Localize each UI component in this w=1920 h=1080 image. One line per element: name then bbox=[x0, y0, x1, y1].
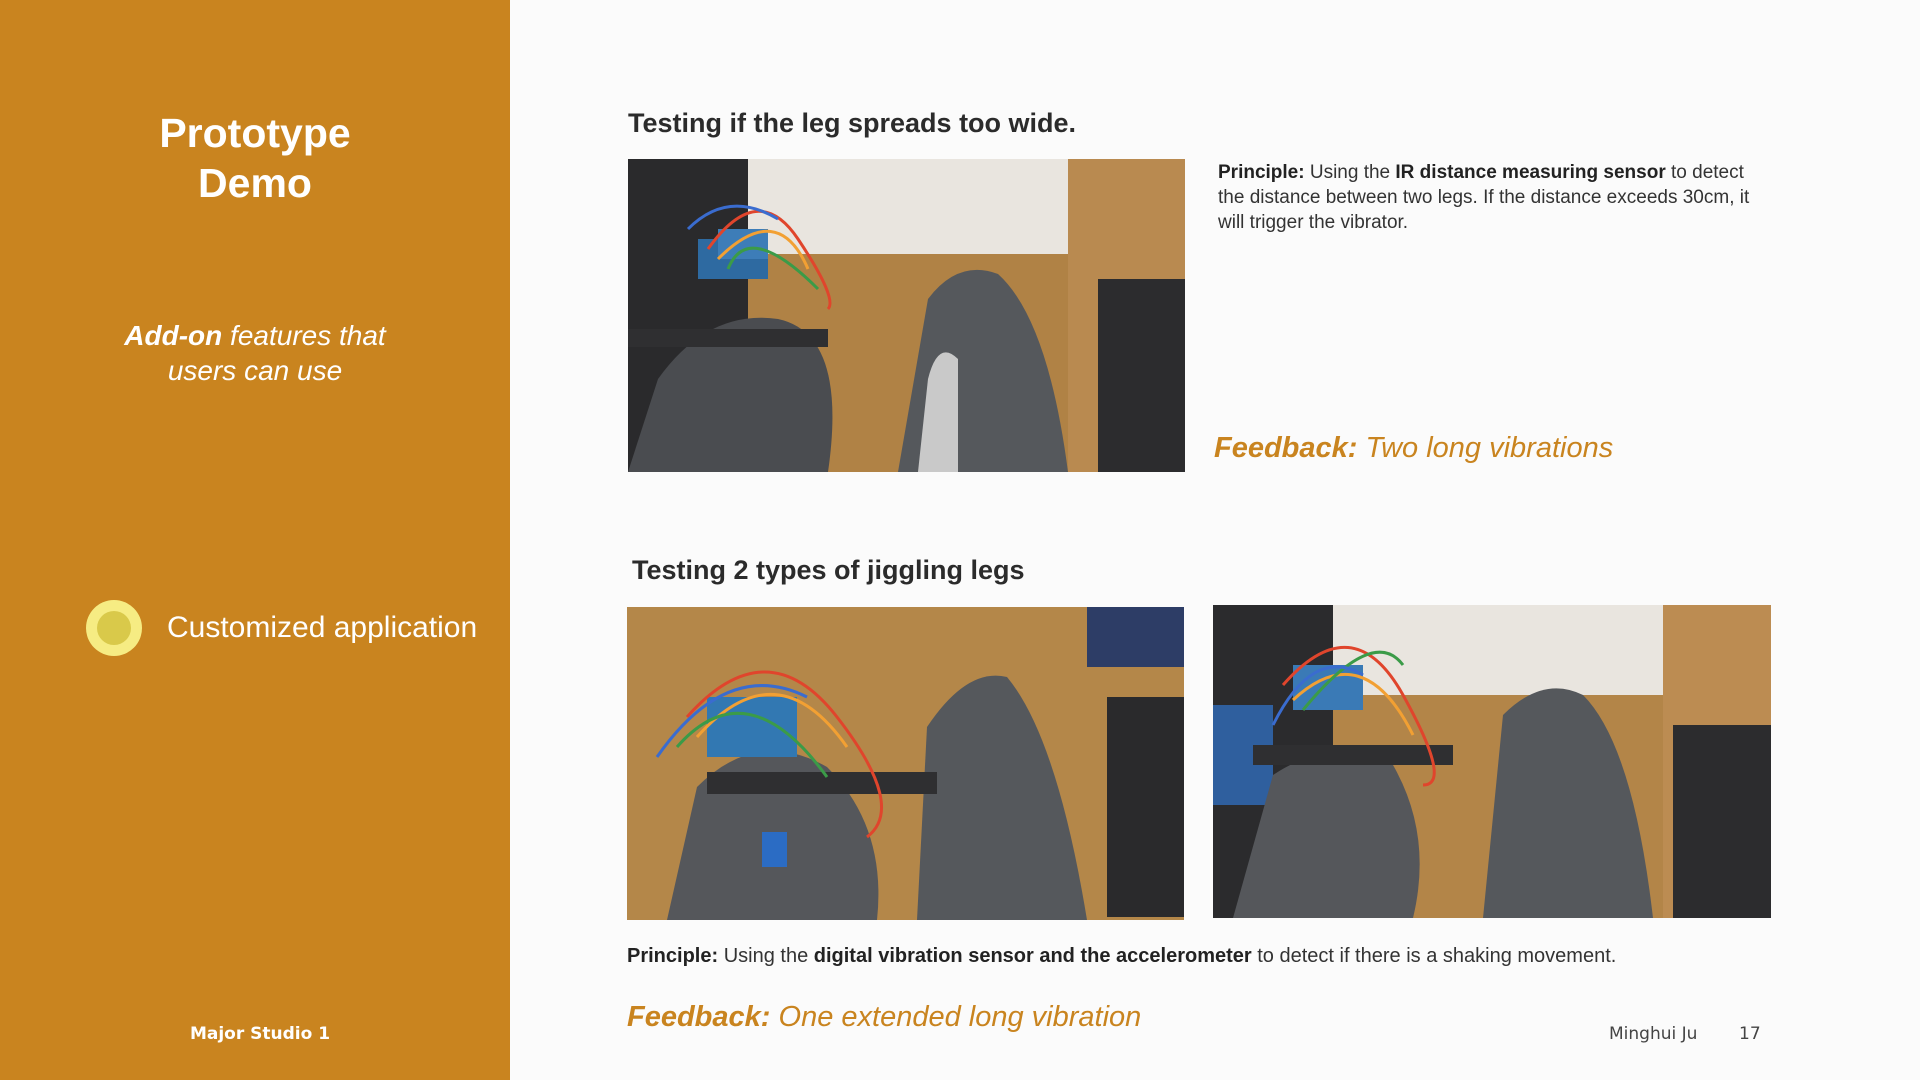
subtitle-line-2: users can use bbox=[167, 355, 343, 386]
feedback-label: Feedback: bbox=[1214, 432, 1358, 464]
principle-bold: IR distance measuring sensor bbox=[1395, 162, 1666, 183]
principle-bold: digital vibration sensor and the acceler… bbox=[813, 945, 1252, 967]
subtitle-bold: Add-on bbox=[124, 320, 223, 351]
course-label: Major Studio 1 bbox=[189, 1024, 331, 1044]
section1-principle: Principle: Using the IR distance measuri… bbox=[1218, 160, 1758, 235]
principle-text: Using the bbox=[718, 945, 814, 967]
section2-principle: Principle: Using the digital vibration s… bbox=[627, 944, 1777, 969]
slide-title: Prototype Demo bbox=[0, 108, 510, 208]
principle-text: Using the bbox=[1304, 162, 1396, 183]
jiggle-photo-1 bbox=[627, 607, 1184, 920]
principle-text: to detect if there is a shaking movement… bbox=[1251, 945, 1617, 967]
bullet-dot-icon bbox=[86, 600, 142, 656]
feedback-text: One extended long vibration bbox=[770, 1001, 1142, 1033]
jiggle-photo-2 bbox=[1213, 605, 1771, 918]
author-name: Minghui Ju bbox=[1609, 1024, 1698, 1044]
leg-spread-photo bbox=[628, 159, 1185, 472]
principle-label: Principle: bbox=[1218, 162, 1305, 183]
subtitle-rest: features that bbox=[222, 320, 386, 351]
page-number: 17 bbox=[1739, 1024, 1761, 1044]
bullet-label: Customized application bbox=[167, 611, 478, 644]
feedback-text: Two long vibrations bbox=[1357, 432, 1614, 464]
section2-feedback: Feedback: One extended long vibration bbox=[627, 999, 1141, 1035]
title-line-1: Prototype bbox=[159, 110, 351, 156]
section2-heading: Testing 2 types of jiggling legs bbox=[632, 555, 1025, 585]
title-line-2: Demo bbox=[198, 160, 312, 206]
slide-subtitle: Add-on features that users can use bbox=[0, 318, 510, 388]
sidebar: Prototype Demo Add-on features that user… bbox=[0, 0, 510, 1080]
section1-feedback: Feedback: Two long vibrations bbox=[1214, 430, 1613, 466]
feedback-label: Feedback: bbox=[627, 1001, 771, 1033]
section1-heading: Testing if the leg spreads too wide. bbox=[628, 108, 1077, 138]
principle-label: Principle: bbox=[627, 945, 719, 967]
